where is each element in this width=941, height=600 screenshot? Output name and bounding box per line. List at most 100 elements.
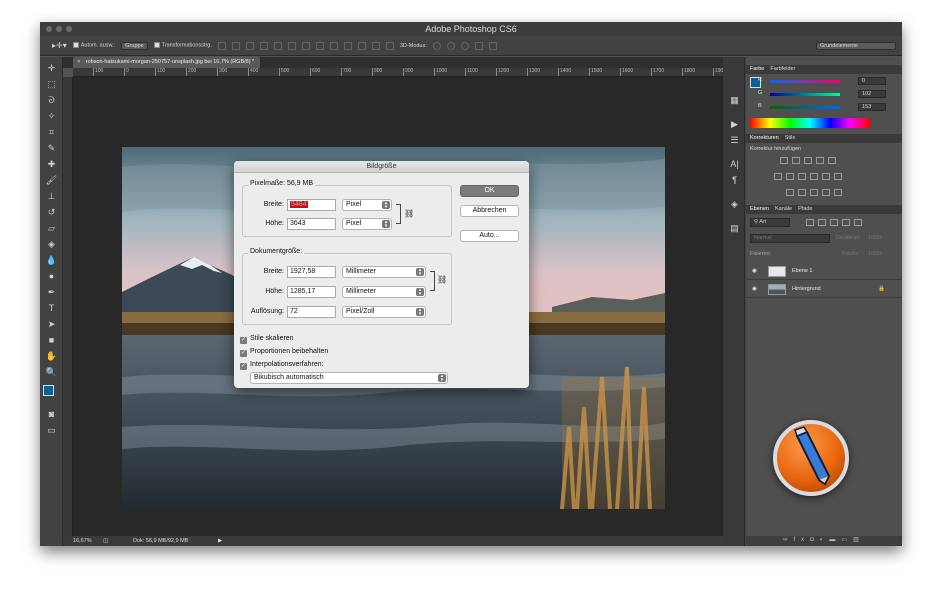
zoom-tool-icon[interactable]: 🔍 — [40, 365, 63, 379]
channel-mixer-icon[interactable] — [822, 173, 830, 180]
doc-height-unit-select[interactable]: Millimeter ▴ ▾ — [342, 286, 426, 298]
color-spectrum[interactable] — [750, 118, 870, 128]
selective-color-icon[interactable] — [834, 189, 842, 196]
photo-filter-icon[interactable] — [810, 173, 818, 180]
3d-slide-icon[interactable] — [474, 41, 483, 50]
color-lookup-icon[interactable] — [834, 173, 842, 180]
blend-mode-select[interactable]: Normal — [750, 234, 830, 243]
3d-roll-icon[interactable] — [446, 41, 455, 50]
blur-tool-icon[interactable]: 💧 — [40, 253, 63, 267]
invert-icon[interactable] — [786, 189, 794, 196]
type-tool-icon[interactable]: T — [40, 301, 63, 315]
new-group-icon[interactable]: ▬ — [829, 537, 841, 543]
vibrance-icon[interactable] — [828, 157, 836, 164]
doc-width-input[interactable]: 1927,58 — [287, 266, 336, 278]
pixel-height-unit-select[interactable]: Pixel ▴ ▾ — [342, 218, 392, 230]
green-slider[interactable] — [770, 93, 840, 96]
pixel-width-input[interactable]: 5464 — [287, 199, 336, 211]
distribute-right-icon[interactable] — [371, 41, 380, 50]
black-white-icon[interactable] — [798, 173, 806, 180]
actions-panel-icon[interactable]: ▶ — [723, 117, 746, 131]
doc-width-unit-select[interactable]: Millimeter ▴ ▾ — [342, 266, 426, 278]
lasso-tool-icon[interactable]: ᘐ — [40, 93, 63, 107]
3d-pan-icon[interactable] — [460, 41, 469, 50]
filter-adjustment-icon[interactable] — [818, 219, 826, 226]
document-tab[interactable]: × robson-hatsukami-morgan-250757-unsplas… — [73, 57, 261, 68]
resample-method-select[interactable]: Bikubisch automatisch ▴ ▾ — [250, 372, 448, 384]
tab-adjustments[interactable]: Korrekturen — [750, 135, 779, 141]
layer-row[interactable]: ◉ Ebene 1 — [746, 263, 902, 280]
pixel-height-input[interactable]: 3643 — [287, 218, 336, 230]
tab-swatches[interactable]: Farbfelder — [770, 66, 795, 72]
3d-scale-icon[interactable] — [488, 41, 497, 50]
ok-button[interactable]: OK — [460, 185, 519, 197]
add-mask-icon[interactable]: ◘ — [810, 537, 820, 543]
layer-kind-filter[interactable]: ⚲ Art — [750, 218, 790, 227]
3d-rotate-icon[interactable] — [432, 41, 441, 50]
eraser-tool-icon[interactable]: ▱ — [40, 221, 63, 235]
align-center-icon[interactable] — [273, 41, 282, 50]
hand-tool-icon[interactable]: ✋ — [40, 349, 63, 363]
fill-value[interactable]: 100% — [868, 251, 882, 257]
constrain-proportions-checkbox[interactable]: ✓ Proportionen beibehalten — [240, 347, 328, 357]
character-panel-icon[interactable]: A| — [723, 157, 746, 171]
delete-layer-icon[interactable]: ▥ — [853, 537, 865, 543]
layer-style-icon[interactable]: fx — [794, 537, 811, 543]
history-brush-tool-icon[interactable]: ↺ — [40, 205, 63, 219]
workspace-select[interactable]: Grundelemente — [816, 41, 896, 50]
distribute-top-icon[interactable] — [301, 41, 310, 50]
red-slider[interactable] — [770, 80, 840, 83]
opacity-value[interactable]: 100% — [868, 235, 882, 241]
zoom-level[interactable]: 16,67% — [73, 536, 92, 546]
align-bottom-icon[interactable] — [245, 41, 254, 50]
auto-select-checkbox[interactable]: Autom. ausw.: — [72, 42, 115, 49]
visibility-eye-icon[interactable]: ◉ — [752, 281, 757, 298]
resolution-unit-select[interactable]: Pixel/Zoll ▴ ▾ — [342, 306, 426, 318]
color-balance-icon[interactable] — [786, 173, 794, 180]
align-top-icon[interactable] — [217, 41, 226, 50]
link-layers-icon[interactable]: ∞ — [783, 537, 793, 543]
move-tool-icon[interactable]: ▸✛▾ — [52, 41, 67, 50]
eyedropper-tool-icon[interactable]: ✎ — [40, 141, 63, 155]
align-left-icon[interactable] — [259, 41, 268, 50]
close-tab-icon[interactable]: × — [77, 59, 80, 65]
layer-row[interactable]: ◉ Hintergrund 🔒 — [746, 281, 902, 298]
posterize-icon[interactable] — [798, 189, 806, 196]
magic-wand-tool-icon[interactable]: ✧ — [40, 109, 63, 123]
history-panel-icon[interactable]: ▦ — [723, 93, 746, 107]
move-tool-icon[interactable]: ✛ — [40, 61, 63, 75]
filter-type-icon[interactable] — [830, 219, 838, 226]
tab-channels[interactable]: Kanäle — [775, 206, 792, 212]
tab-color[interactable]: Farbe — [750, 66, 764, 72]
auto-align-icon[interactable] — [385, 41, 394, 50]
levels-icon[interactable] — [792, 157, 800, 164]
paragraph-panel-icon[interactable]: ¶ — [723, 173, 746, 187]
tab-layers[interactable]: Ebenen — [750, 206, 769, 212]
quick-mask-icon[interactable]: ◙ — [40, 407, 63, 421]
tab-paths[interactable]: Pfade — [798, 206, 812, 212]
screen-mode-icon[interactable]: ▭ — [40, 423, 63, 437]
minimize-window-button[interactable] — [56, 26, 62, 32]
crop-tool-icon[interactable]: ⌗ — [40, 125, 63, 139]
properties-panel-icon[interactable]: ☰ — [723, 133, 746, 147]
resolution-input[interactable]: 72 — [287, 306, 336, 318]
pixel-width-unit-select[interactable]: Pixel ▴ ▾ — [342, 199, 392, 211]
3d-panel-icon[interactable]: ◈ — [723, 197, 746, 211]
layer-comps-icon[interactable]: ▤ — [723, 221, 746, 235]
green-value[interactable]: 102 — [858, 90, 886, 98]
blue-slider[interactable] — [770, 106, 840, 109]
cancel-button[interactable]: Abbrechen — [460, 205, 519, 217]
paint-bucket-tool-icon[interactable]: ◈ — [40, 237, 63, 251]
hue-saturation-icon[interactable] — [774, 173, 782, 180]
clone-stamp-tool-icon[interactable]: ⊥ — [40, 189, 63, 203]
rectangle-tool-icon[interactable]: ■ — [40, 333, 63, 347]
align-right-icon[interactable] — [287, 41, 296, 50]
distribute-bottom-icon[interactable] — [329, 41, 338, 50]
marquee-tool-icon[interactable]: ⬚ — [40, 77, 63, 91]
new-adjustment-icon[interactable]: ◐ — [820, 537, 830, 543]
brightness-icon[interactable] — [780, 157, 788, 164]
curves-icon[interactable] — [804, 157, 812, 164]
align-middle-icon[interactable] — [231, 41, 240, 50]
exposure-icon[interactable] — [816, 157, 824, 164]
filter-pixel-icon[interactable] — [806, 219, 814, 226]
